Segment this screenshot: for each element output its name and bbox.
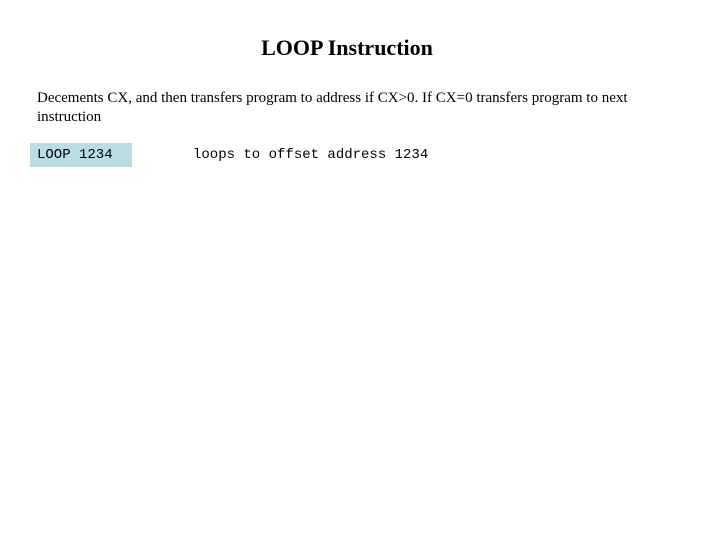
- example-row: LOOP 1234 loops to offset address 1234: [30, 143, 428, 167]
- code-explanation: loops to offset address 1234: [193, 147, 429, 163]
- instruction-description: Decements CX, and then transfers program…: [37, 90, 628, 125]
- slide-title: LOOP Instruction: [261, 35, 433, 60]
- code-example: LOOP 1234: [30, 143, 132, 167]
